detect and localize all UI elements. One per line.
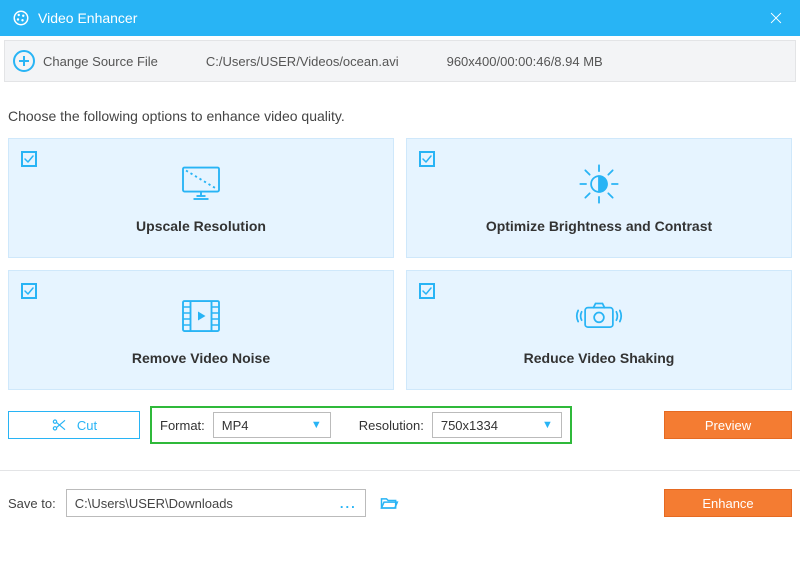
instructions-text: Choose the following options to enhance … [0,86,800,138]
monitor-icon [176,162,226,206]
card-label: Upscale Resolution [136,218,266,234]
checkbox-brightness[interactable] [419,151,435,167]
output-settings-highlight: Format: MP4 ▼ Resolution: 750x1334 ▼ [150,406,572,444]
palette-icon [12,9,30,27]
save-row: Save to: C:\Users\USER\Downloads ... Enh… [0,471,800,535]
enhance-button[interactable]: Enhance [664,489,792,517]
enhance-options-grid: Upscale Resolution Optimize Brightness a… [0,138,800,390]
browse-button[interactable]: ... [340,496,357,511]
card-remove-noise[interactable]: Remove Video Noise [8,270,394,390]
format-label: Format: [160,418,205,433]
open-folder-button[interactable] [376,490,402,516]
tools-row: Cut Format: MP4 ▼ Resolution: 750x1334 ▼… [0,390,800,444]
app-title: Video Enhancer [38,10,137,26]
save-path-field[interactable]: C:\Users\USER\Downloads ... [66,489,366,517]
checkbox-noise[interactable] [21,283,37,299]
cut-button[interactable]: Cut [8,411,140,439]
format-value: MP4 [222,418,249,433]
card-label: Optimize Brightness and Contrast [486,218,712,234]
preview-button[interactable]: Preview [664,411,792,439]
titlebar: Video Enhancer [0,0,800,36]
format-select[interactable]: MP4 ▼ [213,412,331,438]
sun-icon [574,162,624,206]
check-icon [23,153,35,165]
close-button[interactable] [764,6,788,30]
card-brightness-contrast[interactable]: Optimize Brightness and Contrast [406,138,792,258]
close-icon [768,10,784,26]
check-icon [23,285,35,297]
checkbox-upscale[interactable] [21,151,37,167]
camera-icon [574,294,624,338]
resolution-select[interactable]: 750x1334 ▼ [432,412,562,438]
chevron-down-icon: ▼ [311,419,322,431]
folder-open-icon [379,493,399,513]
checkbox-shaking[interactable] [419,283,435,299]
enhance-label: Enhance [702,496,753,511]
card-label: Reduce Video Shaking [524,350,675,366]
add-source-icon[interactable] [13,50,35,72]
card-upscale-resolution[interactable]: Upscale Resolution [8,138,394,258]
source-bar: Change Source File C:/Users/USER/Videos/… [4,40,796,82]
preview-label: Preview [705,418,751,433]
chevron-down-icon: ▼ [542,419,553,431]
change-source-button[interactable]: Change Source File [43,54,158,69]
resolution-label: Resolution: [359,418,424,433]
save-to-label: Save to: [8,496,56,511]
source-path: C:/Users/USER/Videos/ocean.avi [206,54,399,69]
scissors-icon [51,417,67,433]
card-label: Remove Video Noise [132,350,270,366]
check-icon [421,153,433,165]
filmstrip-icon [176,294,226,338]
resolution-value: 750x1334 [441,418,498,433]
save-path-value: C:\Users\USER\Downloads [75,496,233,511]
source-meta: 960x400/00:00:46/8.94 MB [447,54,603,69]
check-icon [421,285,433,297]
card-reduce-shaking[interactable]: Reduce Video Shaking [406,270,792,390]
cut-label: Cut [77,418,97,433]
